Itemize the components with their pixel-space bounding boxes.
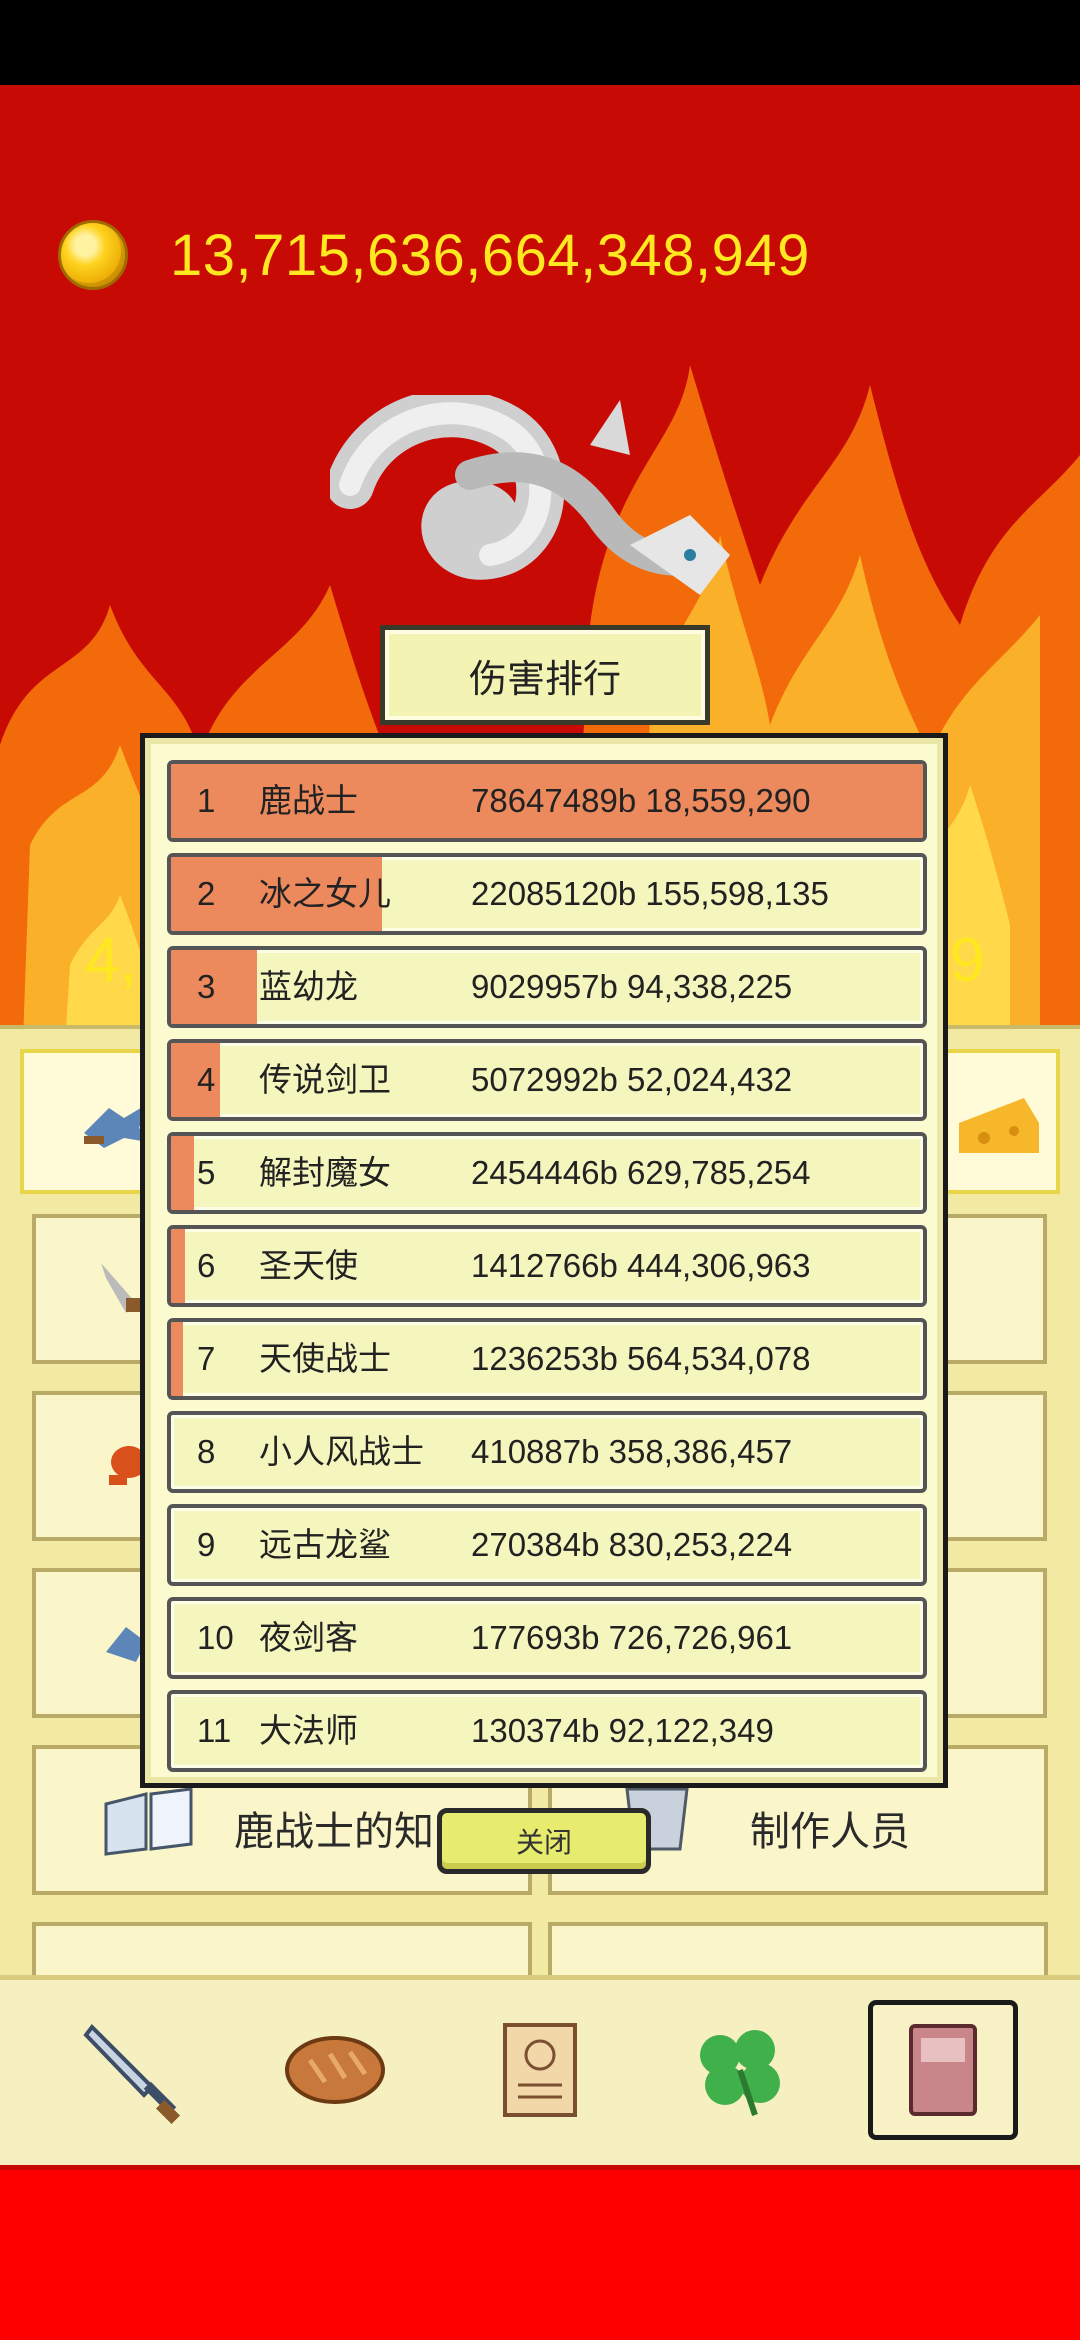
sword-small-icon [101, 1263, 140, 1313]
open-book-icon [104, 1787, 193, 1856]
tab-scroll[interactable] [465, 2000, 615, 2140]
damage-score: 22085120b 155,598,135 [471, 875, 829, 912]
damage-score: 1236253b 564,534,078 [471, 1340, 811, 1377]
book-icon [909, 2024, 977, 2116]
hero-name: 鹿战士 [259, 781, 358, 820]
ranking-row: 3 蓝幼龙 9029957b 94,338,225 [167, 946, 927, 1028]
rank-number: 3 [197, 968, 216, 1005]
gold-display: 13,715,636,664,348,949 [58, 215, 810, 295]
hero-name: 冰之女儿 [259, 874, 391, 913]
damage-share-bar [171, 1229, 185, 1303]
ranking-row: 2 冰之女儿 22085120b 155,598,135 [167, 853, 927, 935]
bread-icon [285, 2036, 385, 2104]
ranking-row: 9 远古龙鲨 270384b 830,253,224 [167, 1504, 927, 1586]
damage-share-bar [171, 1136, 195, 1210]
rank-number: 10 [197, 1619, 234, 1656]
scroll-icon [503, 2023, 577, 2117]
rank-number: 2 [197, 875, 216, 912]
damage-score: 270384b 830,253,224 [471, 1526, 793, 1563]
hero-name: 小人风战士 [259, 1432, 424, 1471]
ranking-row: 10 夜剑客 177693b 726,726,961 [167, 1597, 927, 1679]
sword-icon [83, 2023, 181, 2125]
rank-number: 5 [197, 1154, 216, 1191]
ranking-row: 6 圣天使 1412766b 444,306,963 [167, 1225, 927, 1307]
status-bar [0, 0, 1080, 85]
hero-name: 远古龙鲨 [259, 1525, 391, 1564]
hero-name: 天使战士 [259, 1339, 391, 1378]
rank-number: 7 [197, 1340, 216, 1377]
tab-clover[interactable] [665, 2000, 815, 2140]
rank-number: 11 [197, 1712, 232, 1749]
ranking-row: 8 小人风战士 410887b 358,386,457 [167, 1411, 927, 1493]
bottom-red-strip [0, 2170, 1080, 2340]
damage-score: 78647489b 18,559,290 [471, 782, 811, 819]
damage-score: 2454446b 629,785,254 [471, 1154, 811, 1191]
damage-score: 130374b 92,122,349 [471, 1712, 774, 1749]
tab-bread[interactable] [260, 2000, 410, 2140]
rank-number: 1 [197, 782, 216, 819]
clover-icon [700, 2030, 780, 2116]
ranking-row: 11 大法师 130374b 92,122,349 [167, 1690, 927, 1772]
damage-score: 1412766b 444,306,963 [471, 1247, 811, 1284]
ranking-row: 5 解封魔女 2454446b 629,785,254 [167, 1132, 927, 1214]
damage-score: 177693b 726,726,961 [471, 1619, 793, 1656]
gold-coin-icon [58, 220, 128, 290]
hero-name: 大法师 [259, 1711, 358, 1750]
rank-number: 6 [197, 1247, 216, 1284]
ranking-row: 4 传说剑卫 5072992b 52,024,432 [167, 1039, 927, 1121]
ranking-row: 1 鹿战士 78647489b 18,559,290 [167, 760, 927, 842]
hero-name: 传说剑卫 [259, 1060, 391, 1099]
hero-name: 解封魔女 [259, 1153, 391, 1192]
damage-score: 9029957b 94,338,225 [471, 968, 793, 1005]
rank-number: 9 [197, 1526, 216, 1563]
hero-name: 夜剑客 [259, 1618, 358, 1657]
hero-name: 蓝幼龙 [259, 967, 358, 1006]
damage-ranking-dialog: 1 鹿战士 78647489b 18,559,290 2 冰之女儿 22085120b 1… [140, 733, 948, 1788]
gold-amount: 13,715,636,664,348,949 [170, 222, 810, 288]
ranking-title: 伤害排行 [380, 625, 710, 725]
knowledge-label: 鹿战士的知 [234, 1809, 434, 1855]
damage-score: 5072992b 52,024,432 [471, 1061, 793, 1098]
rank-number: 8 [197, 1433, 216, 1470]
credits-label: 制作人员 [750, 1809, 910, 1855]
tab-book[interactable] [868, 2000, 1018, 2140]
damage-score: 410887b 358,386,457 [471, 1433, 793, 1470]
left-stat-value: 4, [85, 926, 137, 995]
hero-name: 圣天使 [259, 1246, 358, 1285]
tab-sword[interactable] [60, 2000, 210, 2140]
ranking-row: 7 天使战士 1236253b 564,534,078 [167, 1318, 927, 1400]
close-button[interactable]: 关闭 [437, 1808, 651, 1874]
right-stat-value: 9 [950, 926, 985, 995]
damage-share-bar [171, 1322, 184, 1396]
cheese-icon [959, 1098, 1039, 1153]
rank-number: 4 [197, 1061, 216, 1098]
